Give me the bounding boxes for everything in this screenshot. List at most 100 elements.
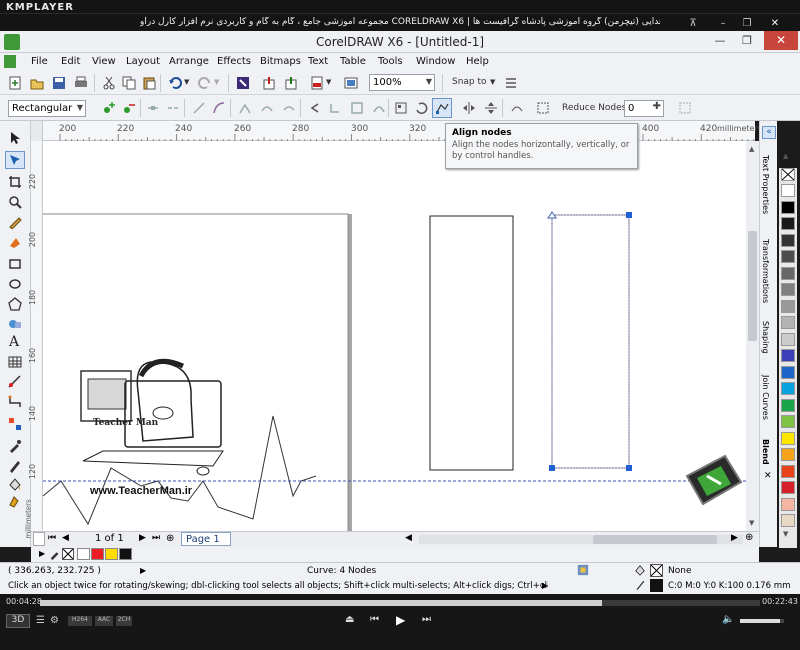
menu-effects[interactable]: Effects [217,56,251,67]
fill-tool-icon[interactable] [8,477,22,491]
color-swatch[interactable] [781,497,795,511]
menu-file[interactable]: File [31,56,48,67]
document-icon[interactable] [4,55,16,68]
eyedropper-icon[interactable] [49,548,61,560]
doc-no-color-swatch[interactable] [62,548,74,560]
paste-icon[interactable] [142,76,156,90]
palette-scroll-down-icon[interactable]: ▼ [783,530,788,538]
page-options-icon[interactable] [33,532,45,546]
color-swatch[interactable] [781,398,795,412]
menu-table[interactable]: Table [340,56,366,67]
color-swatch[interactable] [781,349,795,362]
color-swatch[interactable] [781,415,795,428]
undo-icon[interactable] [168,76,182,90]
options-icon[interactable] [504,76,518,90]
open-icon[interactable] [30,76,44,90]
no-color-swatch[interactable] [781,168,795,181]
restore-icon[interactable]: ❐ [737,34,757,49]
stretch-nodes-icon[interactable] [394,101,408,115]
join-nodes-icon[interactable] [146,101,160,115]
snap-to-button[interactable]: Snap to [452,77,487,87]
scroll-left-icon[interactable]: ◀ [405,533,412,543]
color-swatch[interactable] [781,431,795,445]
vertical-scrollbar[interactable]: ▲ ▼ [746,141,759,531]
palette-menu-icon[interactable]: ▶ [39,549,45,558]
redo-icon[interactable] [198,76,212,90]
convert-to-curve-icon[interactable] [212,101,226,115]
smart-fill-icon[interactable] [8,236,22,250]
scroll-right-icon[interactable]: ▶ [731,533,738,543]
snap-dropdown-icon[interactable]: ▼ [490,78,495,86]
last-page-icon[interactable]: ⏭ [152,533,160,543]
align-nodes-button[interactable] [432,98,452,118]
color-swatch[interactable] [781,184,795,197]
doc-color-swatch[interactable] [119,548,132,560]
color-swatch[interactable] [781,332,795,346]
scroll-up-icon[interactable]: ▲ [749,145,754,153]
rotate-nodes-icon[interactable] [414,101,428,115]
mirror-vertical-icon[interactable] [484,101,498,115]
print-icon[interactable] [74,76,88,90]
ellipse-tool-icon[interactable] [8,277,22,291]
add-page-icon[interactable]: ⊕ [166,533,174,544]
color-swatch[interactable] [781,365,795,379]
color-swatch[interactable] [781,448,795,461]
new-document-icon[interactable] [8,76,22,90]
close-icon[interactable]: ✕ [764,31,798,50]
zoom-tool-icon[interactable] [8,195,22,209]
color-swatch[interactable] [781,514,795,527]
volume-icon[interactable]: 🔈 [722,614,734,625]
undo-dropdown-icon[interactable]: ▼ [184,78,189,86]
color-eyedropper-icon[interactable] [8,439,22,453]
navigator-icon[interactable]: ⊕ [745,532,753,543]
break-curve-icon[interactable] [166,101,180,115]
doc-color-swatch[interactable] [105,548,118,560]
scroll-down-icon[interactable]: ▼ [749,519,754,527]
extend-curve-icon[interactable] [328,101,342,115]
minimize-icon[interactable]: — [710,34,730,49]
close-docker-icon[interactable]: ✕ [764,471,772,481]
delete-nodes-icon[interactable] [122,101,136,115]
menu-help[interactable]: Help [466,56,489,67]
prev-icon[interactable]: ⏮ [370,614,379,625]
shape-tool-button[interactable] [5,151,25,169]
restore-icon[interactable]: ❐ [740,18,754,30]
badge-3d[interactable]: 3D [6,614,30,628]
copy-icon[interactable] [122,76,136,90]
docker-tab-join-curves[interactable]: Join Curves [761,375,770,420]
menu-layout[interactable]: Layout [126,56,160,67]
next-icon[interactable]: ⏭ [422,614,431,625]
symmetrical-node-icon[interactable] [282,101,296,115]
color-swatch[interactable] [781,382,795,395]
hint-menu-icon[interactable]: ▶ [542,581,548,590]
redo-dropdown-icon[interactable]: ▼ [214,78,219,86]
rectangle-tool-icon[interactable] [8,257,22,271]
color-swatch[interactable] [781,217,795,230]
dimension-tool-icon[interactable] [8,375,22,389]
settings-icon[interactable]: ⚙ [50,615,59,626]
crop-tool-icon[interactable] [8,175,22,189]
close-icon[interactable]: ✕ [768,18,782,30]
selection-mode-combo[interactable]: Rectangular ▼ [8,100,86,117]
reverse-direction-icon[interactable] [308,101,322,115]
application-launcher-icon[interactable] [344,76,358,90]
search-content-icon[interactable] [236,76,250,90]
docker-tab-blend[interactable]: Blend [761,439,770,465]
docker-tab-shaping[interactable]: Shaping [761,321,770,354]
drawing-canvas[interactable]: Teacher Man www.TeacherMan.ir Align node… [43,123,746,531]
color-swatch[interactable] [781,464,795,478]
cusp-node-icon[interactable] [238,101,252,115]
add-nodes-icon[interactable] [102,101,116,115]
color-swatch[interactable] [781,283,795,296]
horizontal-scroll-thumb[interactable] [593,535,717,544]
text-tool-icon[interactable]: A [9,334,19,350]
palette-scroll-up-icon[interactable]: ▲ [783,152,788,160]
convert-to-line-icon[interactable] [192,101,206,115]
polygon-tool-icon[interactable] [8,297,22,311]
outline-pen-icon[interactable] [8,459,22,473]
menu-text[interactable]: Text [308,56,328,67]
pick-tool-icon[interactable] [8,131,22,145]
close-curve-icon[interactable] [372,101,386,115]
cut-icon[interactable] [102,76,116,90]
play-icon[interactable]: ▶ [396,613,405,627]
